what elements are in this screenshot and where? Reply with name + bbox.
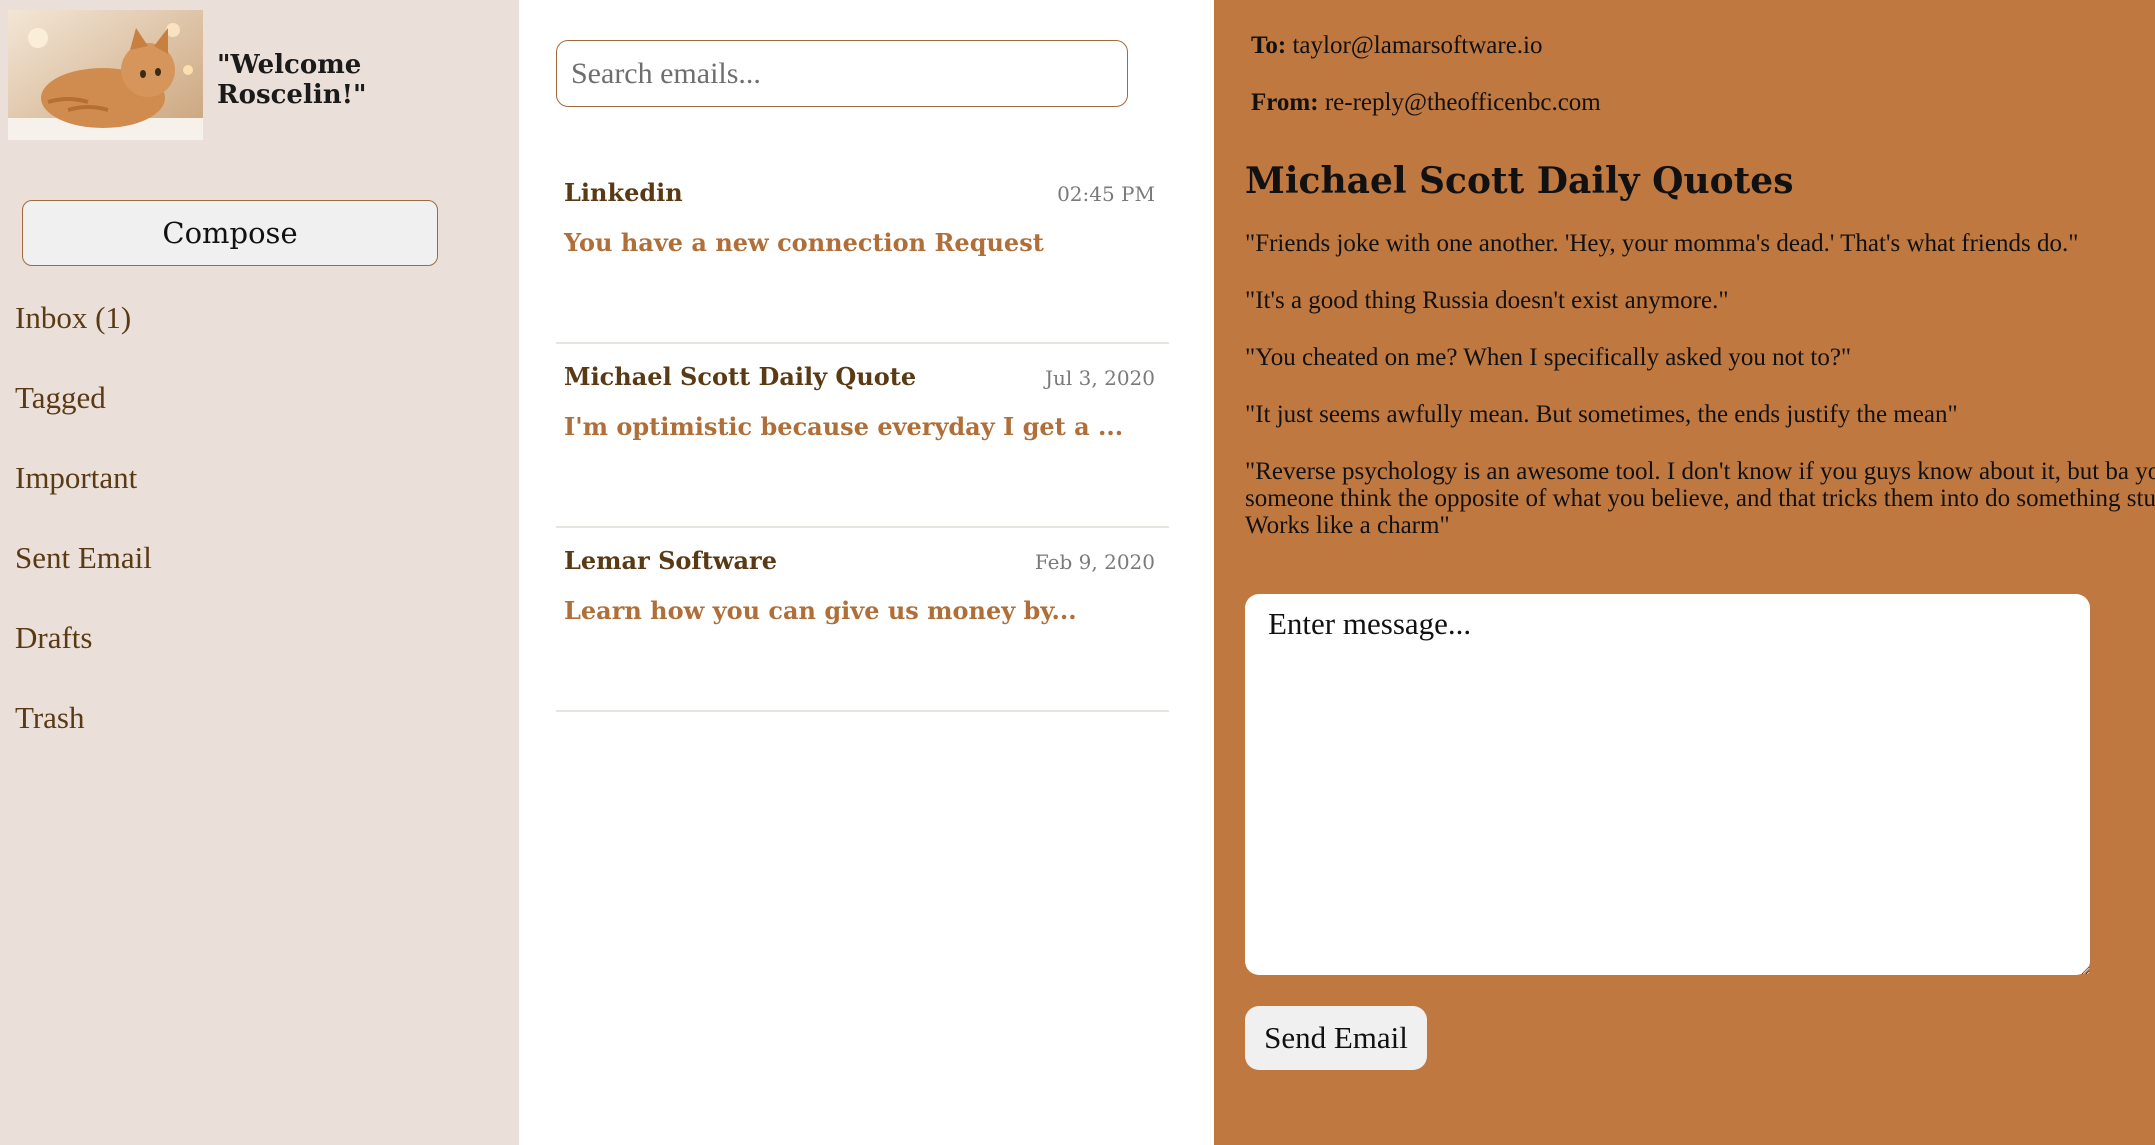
to-address: taylor@lamarsoftware.io bbox=[1292, 32, 1543, 59]
from-line: From: re-reply@theofficenbc.com bbox=[1251, 89, 1601, 117]
email-list-panel: Linkedin 02:45 PM You have a new connect… bbox=[519, 0, 1214, 1145]
from-label: From: bbox=[1251, 89, 1319, 116]
email-list-item[interactable]: Michael Scott Daily Quote Jul 3, 2020 I'… bbox=[556, 344, 1169, 528]
to-line: To: taylor@lamarsoftware.io bbox=[1251, 32, 1542, 60]
reading-pane: To: taylor@lamarsoftware.io From: re-rep… bbox=[1214, 0, 2155, 1145]
to-label: To: bbox=[1251, 32, 1287, 59]
email-list: Linkedin 02:45 PM You have a new connect… bbox=[556, 160, 1169, 712]
quote-text: "Reverse psychology is an awesome tool. … bbox=[1245, 458, 2155, 539]
quote-text: "It just seems awfully mean. But sometim… bbox=[1245, 401, 1958, 428]
email-subject: Learn how you can give us money by... bbox=[564, 596, 1077, 625]
email-title: Michael Scott Daily Quotes bbox=[1245, 160, 1794, 202]
quote-text: "It's a good thing Russia doesn't exist … bbox=[1245, 287, 1729, 314]
quote-text: "Friends joke with one another. 'Hey, yo… bbox=[1245, 230, 2079, 257]
nav-item-important[interactable]: Important bbox=[15, 460, 152, 540]
sidebar: "Welcome Roscelin!" Compose Inbox (1) Ta… bbox=[0, 0, 519, 1145]
compose-button[interactable]: Compose bbox=[22, 200, 438, 266]
from-address: re-reply@theofficenbc.com bbox=[1324, 89, 1601, 116]
welcome-message: "Welcome Roscelin!" bbox=[217, 50, 367, 110]
nav-item-trash[interactable]: Trash bbox=[15, 700, 152, 780]
send-email-button[interactable]: Send Email bbox=[1245, 1006, 1427, 1070]
email-subject: I'm optimistic because everyday I get a … bbox=[564, 412, 1124, 441]
email-date: 02:45 PM bbox=[1057, 182, 1155, 206]
quote-text: "You cheated on me? When I specifically … bbox=[1245, 344, 1852, 371]
message-input[interactable] bbox=[1245, 594, 2090, 975]
email-list-item[interactable]: Lemar Software Feb 9, 2020 Learn how you… bbox=[556, 528, 1169, 712]
search-input[interactable] bbox=[556, 40, 1128, 107]
nav-item-inbox[interactable]: Inbox (1) bbox=[15, 300, 152, 380]
nav-item-sent-email[interactable]: Sent Email bbox=[15, 540, 152, 620]
avatar bbox=[8, 10, 203, 140]
nav-item-tagged[interactable]: Tagged bbox=[15, 380, 152, 460]
email-sender: Michael Scott Daily Quote bbox=[564, 362, 917, 391]
email-sender: Linkedin bbox=[564, 178, 683, 207]
email-list-item[interactable]: Linkedin 02:45 PM You have a new connect… bbox=[556, 160, 1169, 344]
email-subject: You have a new connection Request bbox=[564, 228, 1044, 257]
nav-item-drafts[interactable]: Drafts bbox=[15, 620, 152, 700]
email-date: Feb 9, 2020 bbox=[1034, 550, 1155, 574]
email-date: Jul 3, 2020 bbox=[1045, 366, 1155, 390]
folder-nav: Inbox (1) Tagged Important Sent Email Dr… bbox=[15, 300, 152, 780]
email-sender: Lemar Software bbox=[564, 546, 777, 575]
email-body: "Friends joke with one another. 'Hey, yo… bbox=[1245, 230, 2155, 569]
